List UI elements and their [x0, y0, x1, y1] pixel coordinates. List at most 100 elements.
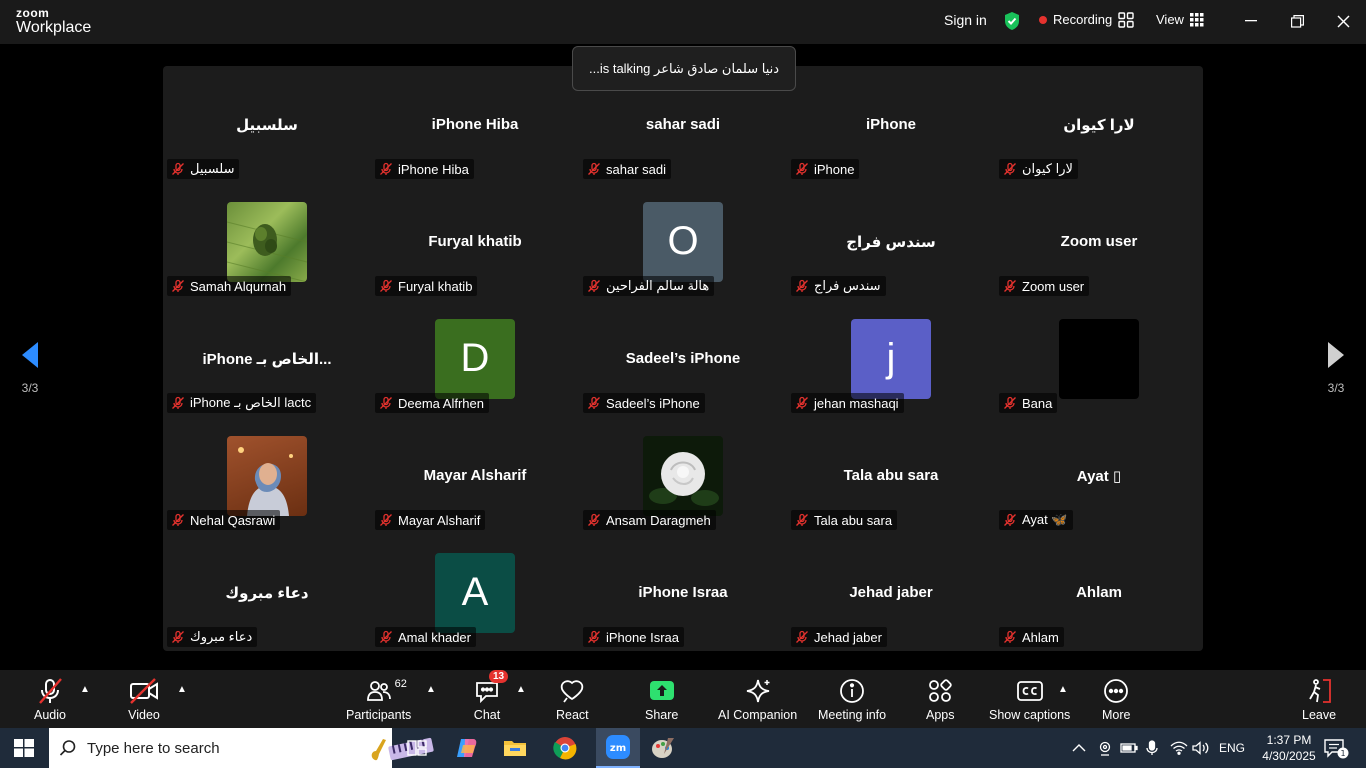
mic-muted-icon	[1003, 513, 1017, 527]
meeting-info-label: Meeting info	[818, 708, 887, 722]
participant-name-label: Tala abu sara	[814, 512, 893, 528]
participant-tile[interactable]: لارا كيوان لارا كيوان	[995, 66, 1203, 183]
minimize-icon[interactable]	[1236, 8, 1266, 34]
participant-avatar-letter: A	[435, 552, 515, 633]
audio-button[interactable]: Audio	[34, 676, 66, 722]
ai-companion-button[interactable]: AI Companion	[718, 676, 797, 722]
share-button[interactable]: Share	[645, 676, 678, 722]
show-captions-button[interactable]: Show captions	[989, 676, 1070, 722]
restore-icon[interactable]	[1282, 8, 1312, 34]
paint-app-icon[interactable]	[646, 733, 680, 763]
file-explorer-icon[interactable]	[498, 733, 532, 763]
participant-tile[interactable]: A Amal khader	[371, 534, 579, 651]
security-shield-icon[interactable]	[1003, 11, 1021, 31]
video-options-chevron-icon[interactable]: ▲	[177, 684, 187, 695]
participant-tile[interactable]: دعاء مبروك دعاء مبروك	[163, 534, 371, 651]
chrome-icon[interactable]	[548, 733, 582, 763]
participant-name-bar: iPhone	[791, 159, 860, 179]
participant-tile[interactable]: D Deema Alfrhen	[371, 300, 579, 417]
participant-tile[interactable]: iPhone Hiba iPhone Hiba	[371, 66, 579, 183]
participant-tile[interactable]: Zoom user Zoom user	[995, 183, 1203, 300]
participant-name-label: iPhone Israa	[606, 629, 679, 645]
participant-display-name: iPhone Hiba	[431, 116, 519, 133]
participants-button[interactable]: 62 Participants	[346, 676, 411, 722]
participant-name-label: Sadeel’s iPhone	[606, 395, 700, 411]
participant-name-label: Bana	[1022, 395, 1053, 411]
audio-options-chevron-icon[interactable]: ▲	[80, 684, 90, 695]
participant-tile[interactable]: Tala abu sara Tala abu sara	[787, 417, 995, 534]
react-button[interactable]: React	[556, 676, 589, 722]
participant-name-label: Nehal Qasrawi	[190, 512, 276, 528]
participant-tile[interactable]: iPhone iPhone	[787, 66, 995, 183]
participant-display-name: Furyal khatib	[428, 233, 522, 250]
ai-companion-label: AI Companion	[718, 708, 798, 722]
participant-name-bar: سندس فراج	[791, 276, 886, 296]
gallery-grid-icon[interactable]	[1118, 12, 1134, 28]
participant-tile[interactable]: Sadeel’s iPhone Sadeel’s iPhone	[579, 300, 787, 417]
participant-tile[interactable]: Furyal khatib Furyal khatib	[371, 183, 579, 300]
leave-button[interactable]: Leave	[1302, 676, 1336, 722]
webcam-tray-icon[interactable]	[1097, 728, 1113, 768]
mic-muted-icon	[171, 396, 185, 410]
copilot-icon[interactable]	[450, 733, 484, 763]
task-view-icon[interactable]	[400, 733, 434, 763]
participant-display-name: Ahlam	[1076, 584, 1122, 601]
participant-tile[interactable]: Ansam Daragmeh	[579, 417, 787, 534]
close-icon[interactable]	[1328, 8, 1358, 34]
chat-button[interactable]: 13 Chat	[473, 670, 509, 722]
wifi-icon[interactable]	[1170, 728, 1188, 768]
participant-tile[interactable]: Ayat ▯ Ayat 🦋	[995, 417, 1203, 534]
mic-muted-icon	[379, 513, 393, 527]
battery-icon[interactable]	[1120, 728, 1138, 768]
view-button[interactable]: View	[1156, 12, 1204, 27]
mic-muted-icon	[587, 513, 601, 527]
participant-photo-rose	[643, 435, 723, 516]
participant-tile[interactable]: Nehal Qasrawi	[163, 417, 371, 534]
show-hidden-icons-chevron-icon[interactable]	[1072, 728, 1086, 768]
apps-button[interactable]: Apps	[926, 676, 955, 722]
participant-tile[interactable]: سندس فراج سندس فراج	[787, 183, 995, 300]
meeting-info-button[interactable]: Meeting info	[818, 676, 886, 722]
arrow-right-icon	[1328, 342, 1344, 368]
participant-display-name: Zoom user	[1060, 233, 1138, 250]
video-button[interactable]: Video	[128, 676, 160, 722]
title-bar: zoom Workplace Sign in Recording View	[0, 0, 1366, 44]
captions-options-chevron-icon[interactable]: ▲	[1058, 684, 1068, 695]
participant-tile[interactable]: O هالة سالم الفراحين	[579, 183, 787, 300]
mic-muted-icon	[35, 676, 65, 706]
input-language[interactable]: ENG	[1219, 728, 1245, 768]
meeting-toolbar: Audio ▲ Video ▲ 62 Participants ▲ 13 Cha…	[0, 670, 1366, 728]
microphone-tray-icon[interactable]	[1145, 728, 1159, 768]
participant-tile[interactable]: iPhone الخاص بـ... iPhone الخاص بـ lactc	[163, 300, 371, 417]
recording-indicator[interactable]: Recording	[1039, 12, 1112, 27]
volume-icon[interactable]	[1192, 728, 1210, 768]
notifications-icon[interactable]: 1	[1323, 728, 1349, 768]
participant-avatar-letter: j	[851, 318, 931, 399]
participant-tile[interactable]: Mayar Alsharif Mayar Alsharif	[371, 417, 579, 534]
chat-options-chevron-icon[interactable]: ▲	[516, 684, 526, 695]
taskbar-clock[interactable]: 1:37 PM 4/30/2025	[1262, 732, 1316, 764]
mic-muted-icon	[171, 513, 185, 527]
share-screen-icon	[648, 676, 676, 706]
participant-name-bar: Furyal khatib	[375, 276, 478, 296]
participant-name-label: Jehad jaber	[814, 629, 882, 645]
sign-in-button[interactable]: Sign in	[944, 12, 987, 28]
participant-name-bar: sahar sadi	[583, 159, 671, 179]
participant-tile[interactable]: Jehad jaber Jehad jaber	[787, 534, 995, 651]
participant-tile[interactable]: سلسبيل سلسبيل	[163, 66, 371, 183]
react-label: React	[556, 708, 589, 722]
participant-tile[interactable]: Bana	[995, 300, 1203, 417]
participants-options-chevron-icon[interactable]: ▲	[426, 684, 436, 695]
more-button[interactable]: More	[1102, 676, 1130, 722]
windows-start-icon[interactable]	[14, 739, 34, 762]
participant-tile[interactable]: j jehan mashaqi	[787, 300, 995, 417]
taskbar-search-box[interactable]: Type here to search	[49, 728, 434, 768]
next-page-button[interactable]: 3/3	[1316, 340, 1356, 395]
participant-tile[interactable]: Ahlam Ahlam	[995, 534, 1203, 651]
cc-icon	[1016, 676, 1044, 706]
participant-tile[interactable]: Samah Alqurnah	[163, 183, 371, 300]
zoom-app-icon[interactable]: zm	[596, 728, 640, 768]
previous-page-button[interactable]: 3/3	[10, 340, 50, 395]
participant-tile[interactable]: iPhone Israa iPhone Israa	[579, 534, 787, 651]
participant-name-bar: لارا كيوان	[999, 159, 1078, 179]
